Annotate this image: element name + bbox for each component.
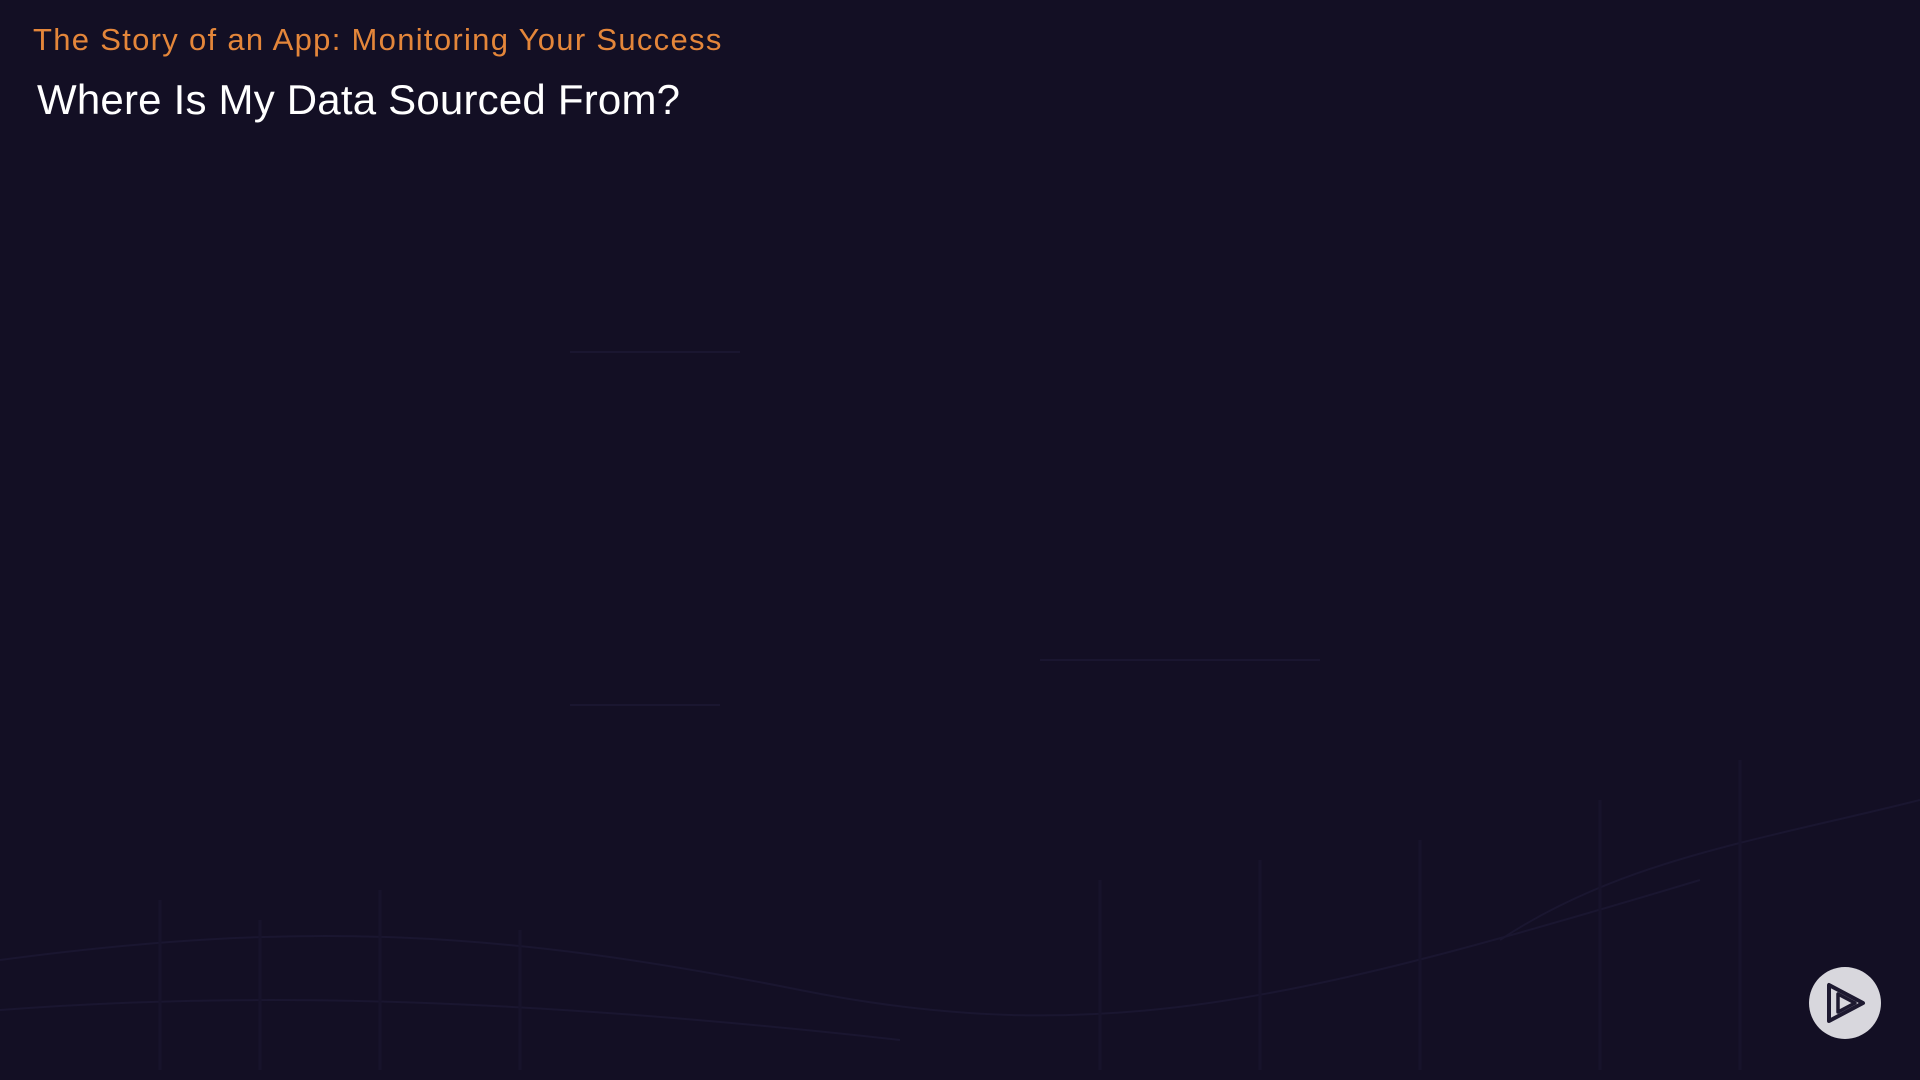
brand-logo [1809,967,1881,1039]
play-triangle-logo-icon [1827,983,1865,1023]
background-texture [0,351,1920,1070]
slide-canvas: The Story of an App: Monitoring Your Suc… [0,0,1920,1080]
slide-title: Where Is My Data Sourced From? [37,76,681,123]
course-title: The Story of an App: Monitoring Your Suc… [33,22,723,57]
